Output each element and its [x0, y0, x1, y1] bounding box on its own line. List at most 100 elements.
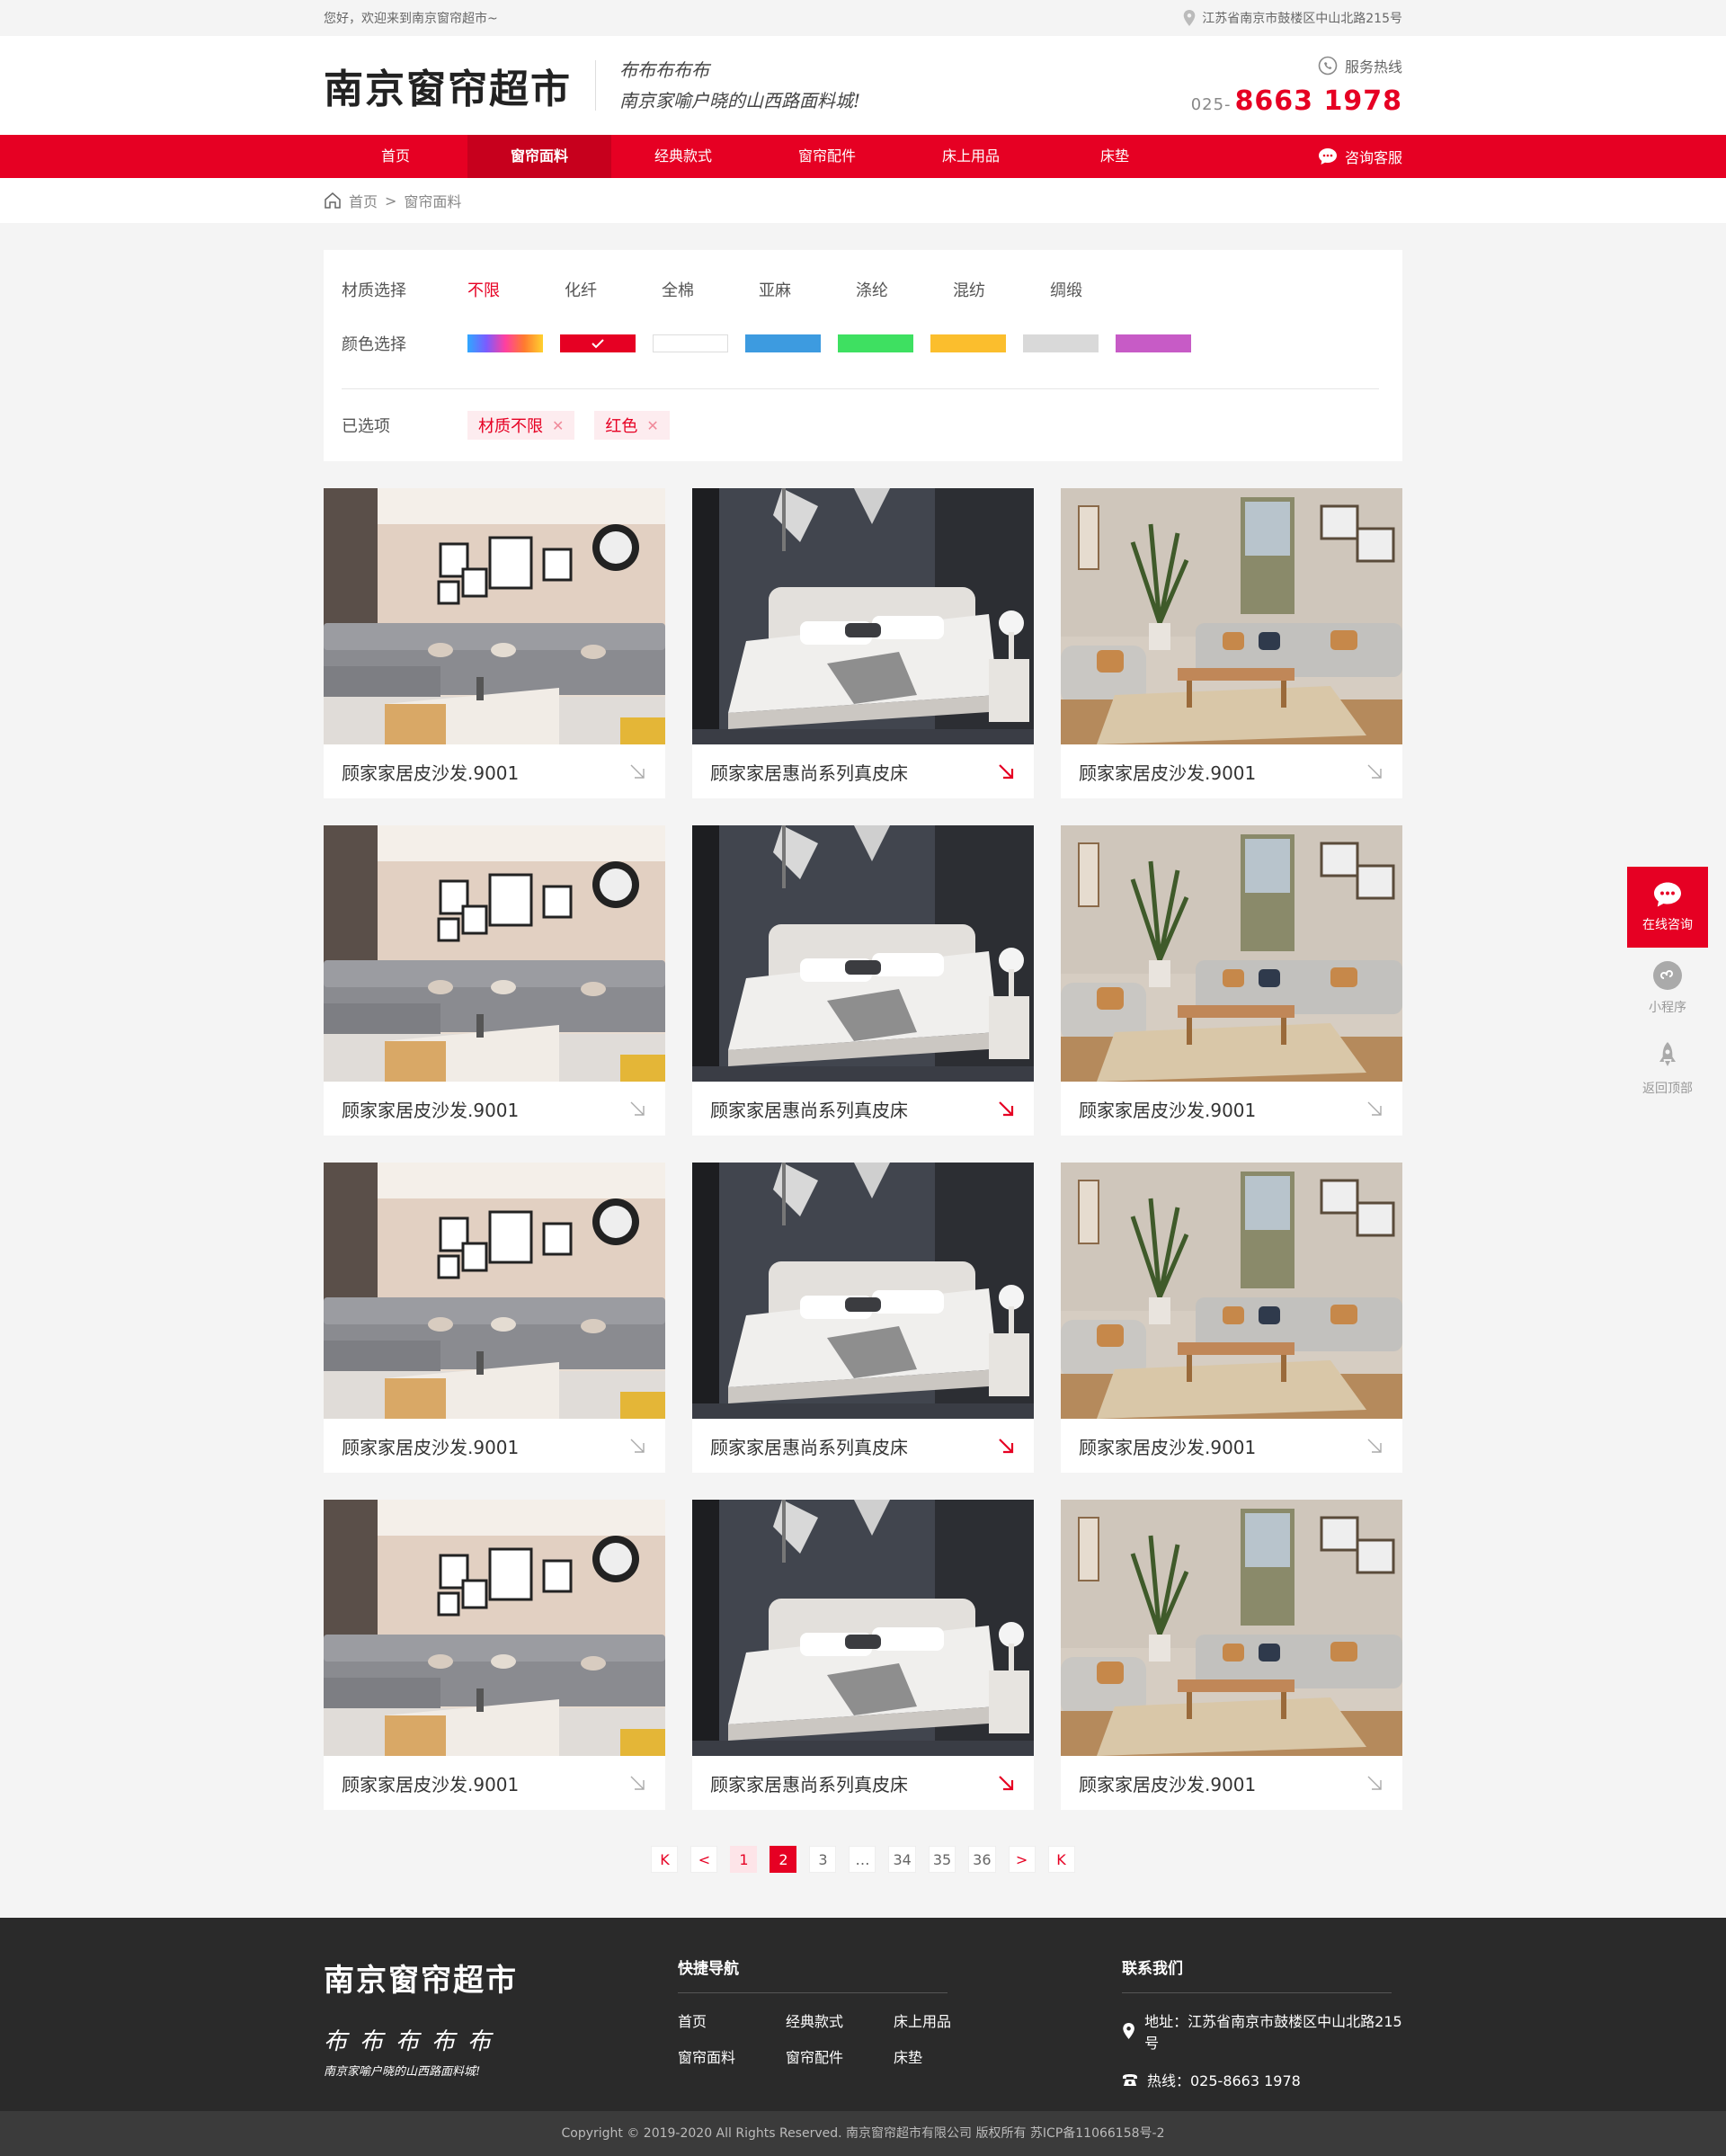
arrow-down-right-icon[interactable]: [996, 762, 1016, 781]
page-button[interactable]: 3: [809, 1846, 837, 1873]
product-card[interactable]: 顾家家居皮沙发.9001: [1061, 1500, 1402, 1810]
product-image[interactable]: [324, 488, 665, 744]
color-swatch[interactable]: [560, 334, 636, 352]
product-title[interactable]: 顾家家居惠尚系列真皮床: [710, 1433, 908, 1459]
page-button[interactable]: 2: [770, 1846, 797, 1873]
nav-item-3[interactable]: 窗帘配件: [755, 135, 899, 178]
location-pin-icon: [1123, 2023, 1134, 2039]
product-title[interactable]: 顾家家居皮沙发.9001: [1079, 759, 1256, 785]
product-card[interactable]: 顾家家居皮沙发.9001: [1061, 825, 1402, 1136]
product-title[interactable]: 顾家家居惠尚系列真皮床: [710, 759, 908, 785]
product-card[interactable]: 顾家家居皮沙发.9001: [324, 1163, 665, 1473]
page-button[interactable]: 34: [888, 1846, 916, 1873]
product-image[interactable]: [692, 488, 1034, 744]
arrow-down-right-icon[interactable]: [996, 1773, 1016, 1793]
footer-nav-link[interactable]: 首页: [678, 2009, 786, 2031]
arrow-down-right-icon[interactable]: [1365, 762, 1384, 781]
product-image[interactable]: [1061, 1163, 1402, 1419]
nav-item-0[interactable]: 首页: [324, 135, 467, 178]
remove-icon[interactable]: ✕: [646, 417, 658, 434]
arrow-down-right-icon[interactable]: [996, 1099, 1016, 1118]
nav-consult-button[interactable]: 咨询客服: [1318, 146, 1402, 167]
arrow-down-right-icon[interactable]: [627, 762, 647, 781]
footer-nav-link[interactable]: 床上用品: [894, 2009, 1001, 2031]
side-miniapp-button[interactable]: 小程序: [1627, 948, 1708, 1029]
product-card[interactable]: 顾家家居皮沙发.9001: [324, 825, 665, 1136]
footer-nav-link[interactable]: 床垫: [894, 2045, 1001, 2067]
arrow-down-right-icon[interactable]: [1365, 1099, 1384, 1118]
page-button[interactable]: 35: [928, 1846, 956, 1873]
breadcrumb-home[interactable]: 首页: [349, 190, 378, 211]
material-option[interactable]: 全棉: [662, 278, 759, 301]
material-option[interactable]: 化纤: [565, 278, 662, 301]
color-swatch[interactable]: [653, 334, 728, 352]
product-image[interactable]: [324, 1500, 665, 1756]
site-logo[interactable]: 南京窗帘超市: [324, 57, 572, 114]
material-option[interactable]: 混纺: [953, 278, 1050, 301]
product-title[interactable]: 顾家家居皮沙发.9001: [342, 1433, 519, 1459]
nav-item-4[interactable]: 床上用品: [899, 135, 1043, 178]
color-swatch[interactable]: [838, 334, 913, 352]
telephone-icon: [1123, 2074, 1137, 2086]
last-page-button[interactable]: K: [1047, 1846, 1075, 1873]
arrow-down-right-icon[interactable]: [627, 1436, 647, 1456]
page-button[interactable]: 1: [730, 1846, 758, 1873]
material-option[interactable]: 绸缎: [1050, 278, 1147, 301]
footer-nav-link[interactable]: 经典款式: [786, 2009, 894, 2031]
product-card[interactable]: 顾家家居皮沙发.9001: [1061, 488, 1402, 798]
nav-item-1[interactable]: 窗帘面料: [467, 135, 611, 178]
product-card[interactable]: 顾家家居皮沙发.9001: [324, 488, 665, 798]
color-swatch[interactable]: [1116, 334, 1191, 352]
selected-chip[interactable]: 红色 ✕: [594, 411, 670, 440]
product-image[interactable]: [1061, 1500, 1402, 1756]
product-card[interactable]: 顾家家居惠尚系列真皮床: [692, 1500, 1034, 1810]
arrow-down-right-icon[interactable]: [627, 1099, 647, 1118]
product-title[interactable]: 顾家家居皮沙发.9001: [342, 1096, 519, 1122]
arrow-down-right-icon[interactable]: [1365, 1773, 1384, 1793]
product-title[interactable]: 顾家家居皮沙发.9001: [1079, 1770, 1256, 1796]
product-card[interactable]: 顾家家居皮沙发.9001: [1061, 1163, 1402, 1473]
color-swatch[interactable]: [467, 334, 543, 352]
product-card[interactable]: 顾家家居惠尚系列真皮床: [692, 488, 1034, 798]
product-title[interactable]: 顾家家居皮沙发.9001: [1079, 1433, 1256, 1459]
product-card[interactable]: 顾家家居惠尚系列真皮床: [692, 825, 1034, 1136]
color-swatch[interactable]: [745, 334, 821, 352]
material-option[interactable]: 不限: [467, 278, 565, 301]
color-swatch[interactable]: [1023, 334, 1099, 352]
nav-item-2[interactable]: 经典款式: [611, 135, 755, 178]
remove-icon[interactable]: ✕: [552, 417, 564, 434]
arrow-down-right-icon[interactable]: [1365, 1436, 1384, 1456]
product-image[interactable]: [1061, 825, 1402, 1082]
nav-item-5[interactable]: 床垫: [1043, 135, 1187, 178]
next-page-button[interactable]: >: [1008, 1846, 1036, 1873]
product-image[interactable]: [324, 1163, 665, 1419]
arrow-down-right-icon[interactable]: [996, 1436, 1016, 1456]
page-ellipsis[interactable]: …: [849, 1846, 876, 1873]
material-option[interactable]: 亚麻: [759, 278, 856, 301]
product-title[interactable]: 顾家家居惠尚系列真皮床: [710, 1096, 908, 1122]
footer-nav-link[interactable]: 窗帘配件: [786, 2045, 894, 2067]
product-title[interactable]: 顾家家居皮沙发.9001: [342, 1770, 519, 1796]
product-image[interactable]: [324, 825, 665, 1082]
first-page-button[interactable]: K: [651, 1846, 679, 1873]
product-card[interactable]: 顾家家居皮沙发.9001: [324, 1500, 665, 1810]
hotline-number[interactable]: 025- 8663 1978: [1191, 85, 1402, 117]
product-image[interactable]: [692, 1500, 1034, 1756]
page-button[interactable]: 36: [968, 1846, 996, 1873]
footer-nav-link[interactable]: 窗帘面料: [678, 2045, 786, 2067]
arrow-down-right-icon[interactable]: [627, 1773, 647, 1793]
side-top-button[interactable]: 返回顶部: [1627, 1029, 1708, 1109]
selected-chip[interactable]: 材质不限 ✕: [467, 411, 575, 440]
product-image[interactable]: [1061, 488, 1402, 744]
product-caption: 顾家家居皮沙发.9001: [1061, 1419, 1402, 1473]
product-title[interactable]: 顾家家居皮沙发.9001: [342, 759, 519, 785]
product-image[interactable]: [692, 825, 1034, 1082]
product-title[interactable]: 顾家家居皮沙发.9001: [1079, 1096, 1256, 1122]
product-card[interactable]: 顾家家居惠尚系列真皮床: [692, 1163, 1034, 1473]
product-title[interactable]: 顾家家居惠尚系列真皮床: [710, 1770, 908, 1796]
material-option[interactable]: 涤纶: [856, 278, 953, 301]
product-image[interactable]: [692, 1163, 1034, 1419]
side-consult-button[interactable]: 在线咨询: [1627, 867, 1708, 948]
prev-page-button[interactable]: <: [690, 1846, 718, 1873]
color-swatch[interactable]: [930, 334, 1006, 352]
